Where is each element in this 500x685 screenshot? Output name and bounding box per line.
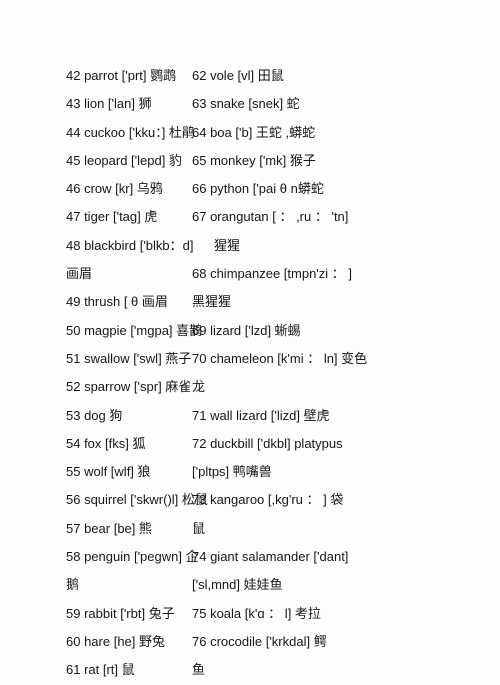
vocab-entry: 44 cuckoo ['kku：] 杜鹃 <box>66 124 195 140</box>
vocab-entry: 59 rabbit ['rbt] 兔子 <box>66 605 175 621</box>
vocab-entry: 74 giant salamander ['dant] <box>192 549 349 565</box>
vocab-entry: 45 leopard ['lepd] 豹 <box>66 152 182 168</box>
vocab-entry: 47 tiger ['tag] 虎 <box>66 209 158 225</box>
vocab-entry: 42 parrot ['prt] 鹦鹉 <box>66 68 177 83</box>
vocab-entry: 69 lizard ['lzd] 蜥蜴 <box>192 322 301 338</box>
vocab-entry: 48 blackbird ['blkb：d] <box>66 237 194 253</box>
vocab-entry: 55 wolf [wlf] 狼 <box>66 464 151 480</box>
vocab-entry: 62 vole [vl] 田鼠 <box>192 68 284 83</box>
two-column-layout: 42 parrot ['prt] 鹦鹉 43 lion ['lan] 狮 44 … <box>0 62 500 685</box>
vocab-entry: 68 chimpanzee [tmpn'zi ： ] <box>192 266 352 282</box>
vocab-entry: 75 koala [k'ɑ ： l] 考拉 <box>192 605 321 621</box>
vocab-entry: 67 orangutan [ ： ,ru ： 'tn] <box>192 209 349 225</box>
vocab-entry: 43 lion ['lan] 狮 <box>66 96 152 112</box>
vocab-entry: 64 boa ['b] 王蛇 ,蟒蛇 <box>192 124 316 140</box>
vocab-entry-continuation: 鱼 <box>192 662 206 678</box>
vocab-entry-continuation: 猩猩 <box>214 237 241 253</box>
vocab-entry-continuation: ['pltps] 鸭嘴兽 <box>192 464 272 480</box>
vocab-entry: 73 kangaroo [,kg'ru ： ] 袋 <box>192 492 344 508</box>
vocab-entry: 46 crow [kr] 乌鸦 <box>66 181 163 197</box>
vocab-entry: 66 python ['pai θ n蟒蛇 <box>192 181 324 197</box>
vocab-entry-continuation: ['sl,mnd] 娃娃鱼 <box>192 577 283 593</box>
vocab-entry-continuation: 画眉 <box>66 266 93 282</box>
vocab-entry: 58 penguin ['pegwn] 企 <box>66 549 199 565</box>
vocab-entry: 51 swallow ['swl] 燕子 <box>66 350 192 366</box>
vocab-entry-continuation: 黑猩猩 <box>192 294 232 310</box>
vocab-entry: 56 squirrel ['skwr()l] 松鼠 <box>66 492 208 508</box>
vocab-entry: 57 bear [be] 熊 <box>66 520 152 536</box>
vocab-entry: 54 fox [fks] 狐 <box>66 435 146 451</box>
vocab-entry: 61 rat [rt] 鼠 <box>66 662 135 678</box>
vocab-entry: 71 wall lizard ['lizd] 壁虎 <box>192 407 330 423</box>
vocab-entry: 76 crocodile ['krkdal] 鳄 <box>192 633 327 649</box>
vocab-entry: 70 chameleon [k'mi ： ln] 变色 <box>192 350 368 366</box>
vocab-entry: 63 snake [snek] 蛇 <box>192 96 300 112</box>
vocab-entry: 60 hare [he] 野兔 <box>66 633 165 649</box>
vocab-entry-continuation: 鼠 <box>192 520 206 536</box>
vocab-entry-continuation: 鹅 <box>66 577 80 593</box>
vocabulary-column-left: 42 parrot ['prt] 鹦鹉 43 lion ['lan] 狮 44 … <box>0 62 208 685</box>
document-page: 42 parrot ['prt] 鹦鹉 43 lion ['lan] 狮 44 … <box>0 0 500 677</box>
vocabulary-column-right: 62 vole [vl] 田鼠 63 snake [snek] 蛇 64 boa… <box>192 62 500 685</box>
vocab-entry: 52 sparrow ['spr] 麻雀 <box>66 379 192 395</box>
vocab-entry: 53 dog 狗 <box>66 407 123 423</box>
vocab-entry: 65 monkey ['mk] 猴子 <box>192 152 316 168</box>
vocab-entry: 49 thrush [ θ 画眉 <box>66 294 168 310</box>
vocab-entry: 72 duckbill ['dkbl] platypus <box>192 435 343 451</box>
vocab-entry: 50 magpie ['mgpa] 喜鹊 <box>66 322 203 338</box>
vocab-entry-continuation: 龙 <box>192 379 206 395</box>
